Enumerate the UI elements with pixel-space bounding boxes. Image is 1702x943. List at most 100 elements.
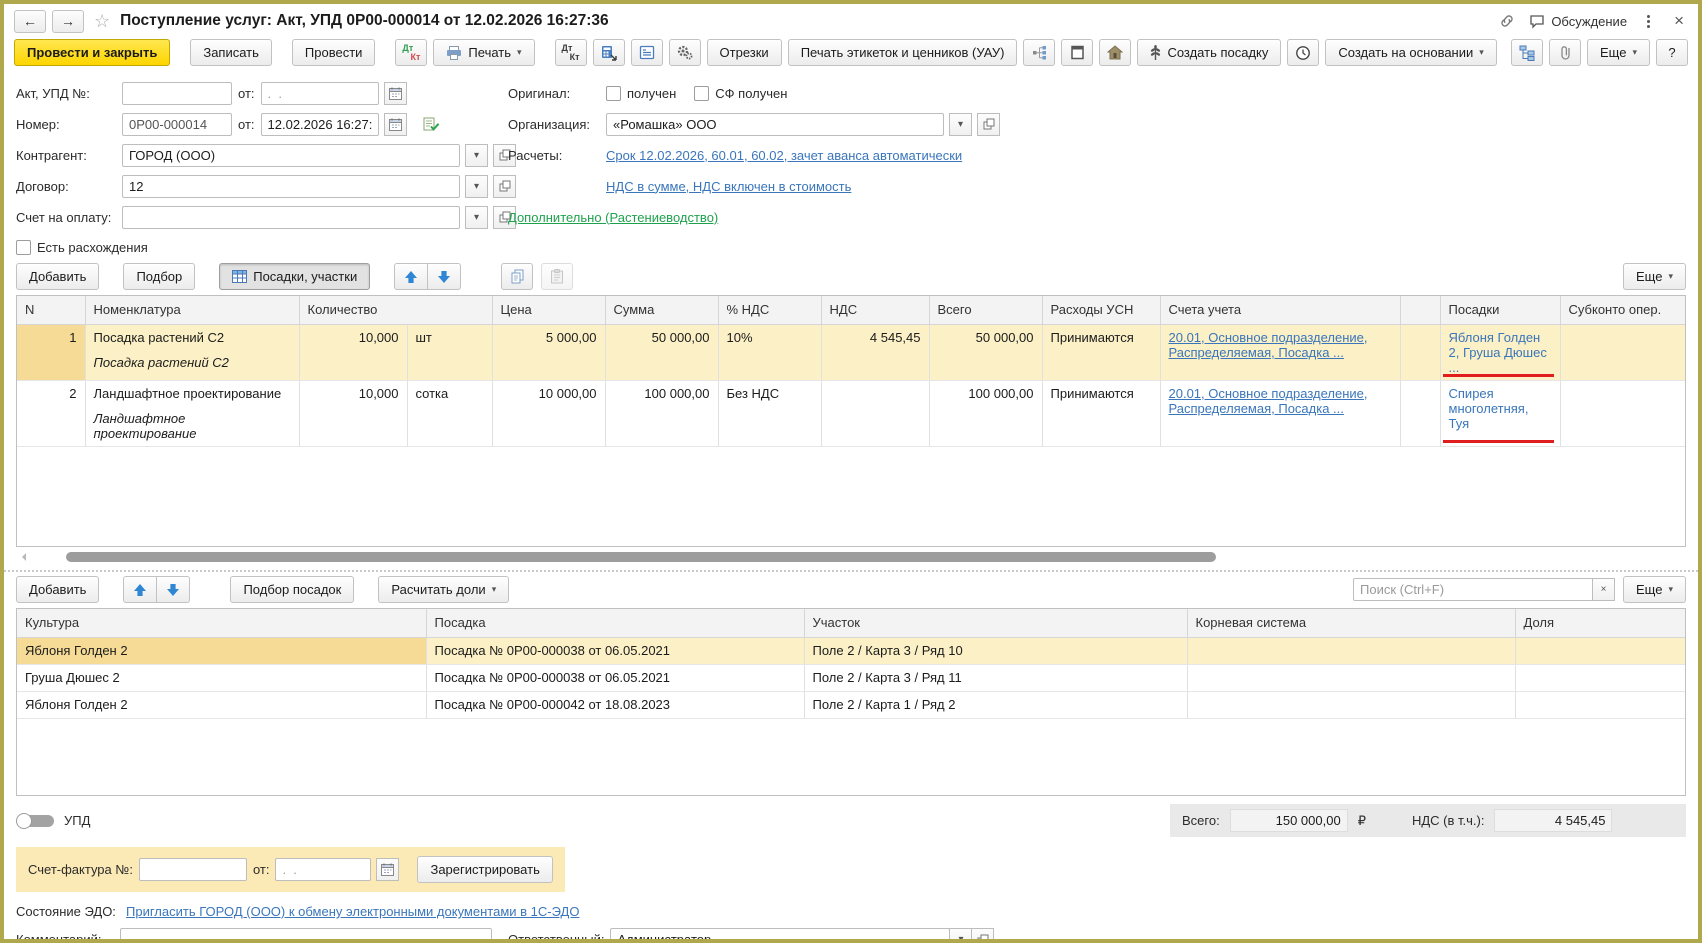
col-vat: НДС <box>821 296 929 324</box>
act-number-input[interactable] <box>122 82 232 105</box>
items-add-button[interactable]: Добавить <box>16 263 99 290</box>
plantings-more-button[interactable]: Еще▾ <box>1623 576 1686 603</box>
calc-shares-button[interactable]: Расчитать доли▾ <box>378 576 509 603</box>
window-button[interactable] <box>1061 39 1093 66</box>
vat-total-value: 4 545,45 <box>1494 809 1612 832</box>
plantings-move-down-button[interactable] <box>156 576 190 603</box>
col-culture: Культура <box>17 609 426 637</box>
print-labels-button[interactable]: Печать этикеток и ценников (УАУ) <box>788 39 1018 66</box>
segments-button[interactable]: Отрезки <box>707 39 782 66</box>
plantings-pick-button[interactable]: Подбор посадок <box>230 576 354 603</box>
chevron-down-icon[interactable]: ▾ <box>949 928 972 943</box>
structure-button[interactable] <box>1023 39 1055 66</box>
items-pick-button[interactable]: Подбор <box>123 263 195 290</box>
original-received-checkbox[interactable] <box>606 86 621 101</box>
attachments-button[interactable] <box>1549 39 1581 66</box>
favorite-star-icon[interactable]: ☆ <box>94 11 110 32</box>
items-more-button[interactable]: Еще▾ <box>1623 263 1686 290</box>
plantings-move-up-button[interactable] <box>123 576 157 603</box>
copy-icon <box>510 269 525 284</box>
act-date-input[interactable] <box>261 82 379 105</box>
sf-received-checkbox[interactable] <box>694 86 709 101</box>
accounts-link[interactable]: 20.01, Основное подразделение, Распредел… <box>1169 330 1368 360</box>
copy-rows-button[interactable] <box>501 263 533 290</box>
clear-search-icon[interactable]: × <box>1592 578 1615 601</box>
dtkt-report-button[interactable]: ДтКт <box>555 39 587 66</box>
upd-toggle[interactable] <box>16 813 54 829</box>
col-share: Доля <box>1515 609 1685 637</box>
move-down-button[interactable] <box>427 263 461 290</box>
col-price: Цена <box>492 296 605 324</box>
forward-button[interactable]: → <box>52 10 84 33</box>
section-splitter[interactable] <box>4 570 1698 572</box>
post-and-close-button[interactable]: Провести и закрыть <box>14 39 170 66</box>
col-accounts: Счета учета <box>1160 296 1400 324</box>
act-number-label: Акт, УПД №: <box>16 86 116 101</box>
settlements-terms-link[interactable]: Срок 12.02.2026, 60.01, 60.02, зачет ава… <box>606 148 962 163</box>
more-button[interactable]: Еще▾ <box>1587 39 1650 66</box>
date-input[interactable] <box>261 113 379 136</box>
search-input[interactable] <box>1353 578 1593 601</box>
accounts-link[interactable]: 20.01, Основное подразделение, Распредел… <box>1169 386 1368 416</box>
history-button[interactable] <box>1287 39 1319 66</box>
link-icon[interactable] <box>1499 13 1515 29</box>
register-invoice-button[interactable]: Зарегистрировать <box>417 856 552 883</box>
related-documents-button[interactable] <box>1511 39 1543 66</box>
plantings-cell-link[interactable]: Спирея многолетняя, Туя <box>1449 386 1529 431</box>
responsible-input[interactable] <box>610 928 950 943</box>
create-based-on-button[interactable]: Создать на основании▾ <box>1325 39 1496 66</box>
calendar-icon[interactable] <box>384 113 407 136</box>
plantings-plots-toggle-button[interactable]: Посадки, участки <box>219 263 370 290</box>
organization-input[interactable] <box>606 113 944 136</box>
post-button[interactable]: Провести <box>292 39 376 66</box>
col-spacer <box>1400 296 1440 324</box>
main-toolbar: Провести и закрыть Записать Провести ДтК… <box>4 36 1698 73</box>
chevron-down-icon[interactable]: ▾ <box>949 113 972 136</box>
arrow-up-icon <box>133 583 147 597</box>
plantings-table: Культура Посадка Участок Корневая систем… <box>16 608 1686 796</box>
more-vertical-button[interactable] <box>1641 13 1656 30</box>
close-icon[interactable]: × <box>1670 11 1688 31</box>
create-planting-button[interactable]: Создать посадку <box>1137 39 1281 66</box>
discrepancies-checkbox[interactable] <box>16 240 31 255</box>
warehouse-button[interactable] <box>1099 39 1131 66</box>
contract-input[interactable] <box>122 175 460 198</box>
invoice-date-input[interactable] <box>275 858 371 881</box>
scroll-left-icon[interactable] <box>18 553 26 561</box>
discussion-button[interactable]: Обсуждение <box>1529 14 1627 29</box>
chevron-down-icon[interactable]: ▾ <box>465 206 488 229</box>
vat-settings-link[interactable]: НДС в сумме, НДС включен в стоимость <box>606 179 851 194</box>
open-link-icon[interactable] <box>971 928 994 943</box>
plantings-header-row: Культура Посадка Участок Корневая систем… <box>17 609 1685 637</box>
chevron-down-icon[interactable]: ▾ <box>465 144 488 167</box>
calendar-icon[interactable] <box>376 858 399 881</box>
open-link-icon[interactable] <box>977 113 1000 136</box>
payment-invoice-input[interactable] <box>122 206 460 229</box>
invoice-document-button[interactable] <box>631 39 663 66</box>
forward-arrow-icon: → <box>61 13 75 29</box>
move-up-button[interactable] <box>394 263 428 290</box>
dropdown-caret-icon: ▾ <box>1479 47 1484 58</box>
back-button[interactable]: ← <box>14 10 46 33</box>
help-button[interactable]: ? <box>1656 39 1688 66</box>
counterparty-input[interactable] <box>122 144 460 167</box>
col-vat-rate: % НДС <box>718 296 821 324</box>
col-plot: Участок <box>804 609 1187 637</box>
dtkt-postings-button[interactable]: ДтКт <box>395 39 427 66</box>
scrollbar-thumb[interactable] <box>66 552 1216 562</box>
settings-gears-button[interactable] <box>669 39 701 66</box>
plantings-add-button[interactable]: Добавить <box>16 576 99 603</box>
chevron-down-icon[interactable]: ▾ <box>465 175 488 198</box>
document-check-icon[interactable] <box>423 116 440 132</box>
additional-link[interactable]: Дополнительно (Растениеводство) <box>508 210 718 225</box>
print-button[interactable]: Печать▾ <box>433 39 534 66</box>
price-check-button[interactable] <box>593 39 625 66</box>
comment-input[interactable] <box>120 928 492 943</box>
save-button[interactable]: Записать <box>190 39 272 66</box>
paste-rows-button[interactable] <box>541 263 573 290</box>
invoice-number-input[interactable] <box>139 858 247 881</box>
calendar-icon[interactable] <box>384 82 407 105</box>
edo-invite-link[interactable]: Пригласить ГОРОД (ООО) к обмену электрон… <box>126 904 579 919</box>
plantings-cell-link[interactable]: Яблоня Голден 2, Груша Дюшес ... <box>1449 330 1547 375</box>
number-input[interactable] <box>122 113 232 136</box>
